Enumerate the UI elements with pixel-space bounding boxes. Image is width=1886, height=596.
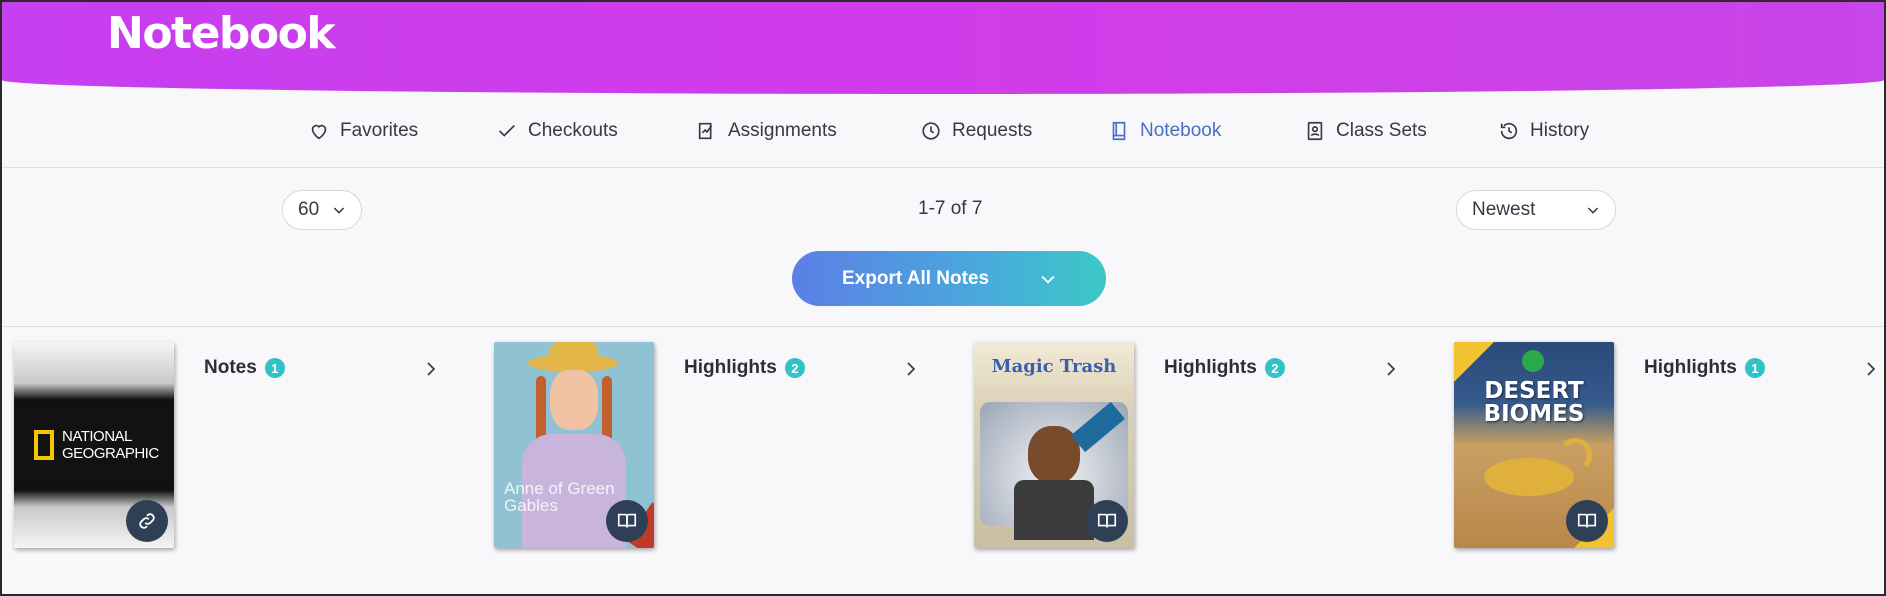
count-badge: 2 <box>784 358 805 378</box>
tab-assignments[interactable]: Assignments <box>696 120 837 142</box>
tab-label: Checkouts <box>528 120 618 141</box>
class-sets-icon <box>1307 121 1323 141</box>
book-icon <box>1112 121 1126 141</box>
tab-history[interactable]: History <box>1498 120 1589 142</box>
open-book-icon <box>1577 513 1597 528</box>
export-all-notes-button[interactable]: Export All Notes <box>792 251 1106 306</box>
divider <box>2 167 1884 168</box>
chevron-right-icon[interactable] <box>422 360 440 378</box>
divider <box>2 326 1884 327</box>
notebook-card: Magic Trash Highlights 2 <box>974 342 1434 552</box>
chevron-down-icon <box>333 207 345 214</box>
cover-text: Gables <box>504 496 558 515</box>
link-button[interactable] <box>126 500 168 542</box>
ng-logo <box>34 430 54 460</box>
read-button[interactable] <box>1086 500 1128 542</box>
per-page-value: 60 <box>298 199 320 220</box>
read-button[interactable] <box>606 500 648 542</box>
book-cover[interactable]: Magic Trash <box>974 342 1134 548</box>
tab-checkouts[interactable]: Checkouts <box>496 120 618 142</box>
hat-top <box>550 342 598 362</box>
per-page-select[interactable]: 60 <box>282 190 362 230</box>
card-type: Highlights <box>1164 357 1257 378</box>
cover-accent <box>1454 342 1494 382</box>
scorpion-tail <box>1558 438 1592 472</box>
clock-icon <box>922 122 940 140</box>
cover-band: NATIONAL GEOGRAPHIC <box>14 406 174 486</box>
cover-text: NATIONAL <box>62 428 132 445</box>
count-badge: 1 <box>1744 358 1765 378</box>
tab-favorites[interactable]: Favorites <box>308 120 418 142</box>
history-icon <box>1500 122 1518 140</box>
chevron-right-icon[interactable] <box>1862 360 1880 378</box>
card-type: Highlights <box>1644 357 1737 378</box>
open-book-icon <box>617 513 637 528</box>
card-type: Highlights <box>684 357 777 378</box>
open-book-icon <box>1097 513 1117 528</box>
card-title[interactable]: Highlights 2 <box>1164 357 1285 379</box>
cover-text: GEOGRAPHIC <box>62 445 159 462</box>
chevron-right-icon[interactable] <box>902 360 920 378</box>
cover-text: Magic Trash <box>991 356 1117 377</box>
sort-value: Newest <box>1472 199 1536 220</box>
tab-label: Assignments <box>728 120 837 141</box>
page-title: Notebook <box>107 8 336 59</box>
result-count: 1-7 of 7 <box>918 198 983 219</box>
tab-class-sets[interactable]: Class Sets <box>1304 120 1427 142</box>
cover-text: BIOMES <box>1483 401 1585 427</box>
tab-label: Notebook <box>1140 120 1222 141</box>
chevron-right-icon[interactable] <box>1382 360 1400 378</box>
chevron-down-icon <box>1587 207 1599 214</box>
tab-label: Class Sets <box>1336 120 1427 141</box>
count-badge: 1 <box>264 358 285 378</box>
series-logo <box>1522 350 1544 372</box>
cover-text: Anne of Green <box>504 479 615 498</box>
notebook-card: NATIONAL GEOGRAPHIC Notes 1 <box>14 342 474 552</box>
apron <box>1014 480 1094 540</box>
notebook-card: DESERT BIOMES Highlights 1 <box>1454 342 1886 552</box>
page-header: Notebook <box>2 2 1884 94</box>
cover-text: DESERT <box>1484 378 1584 404</box>
face <box>550 370 598 430</box>
book-cover[interactable]: DESERT BIOMES <box>1454 342 1614 548</box>
export-label: Export All Notes <box>842 267 990 289</box>
book-cover[interactable]: NATIONAL GEOGRAPHIC <box>14 342 174 548</box>
assignment-icon <box>698 122 713 140</box>
book-cover[interactable]: Anne of Green Gables <box>494 342 654 548</box>
tab-notebook[interactable]: Notebook <box>1108 120 1221 142</box>
tab-label: Favorites <box>340 120 419 141</box>
tab-requests[interactable]: Requests <box>920 120 1032 142</box>
count-badge: 2 <box>1264 358 1285 378</box>
tab-label: Requests <box>952 120 1033 141</box>
tab-label: History <box>1530 120 1590 141</box>
card-title[interactable]: Notes 1 <box>204 357 285 379</box>
check-icon <box>499 124 515 137</box>
card-type: Notes <box>204 357 257 378</box>
heart-icon <box>311 124 327 140</box>
read-button[interactable] <box>1566 500 1608 542</box>
card-title[interactable]: Highlights 1 <box>1644 357 1765 379</box>
nav-tabs: Favorites Checkouts Assignments Requests… <box>2 120 1884 154</box>
sort-select[interactable]: Newest <box>1456 190 1616 230</box>
link-icon <box>139 513 155 529</box>
chevron-down-icon <box>1041 275 1055 284</box>
notebook-card: Anne of Green Gables Highlights 2 <box>494 342 954 552</box>
card-title[interactable]: Highlights 2 <box>684 357 805 379</box>
